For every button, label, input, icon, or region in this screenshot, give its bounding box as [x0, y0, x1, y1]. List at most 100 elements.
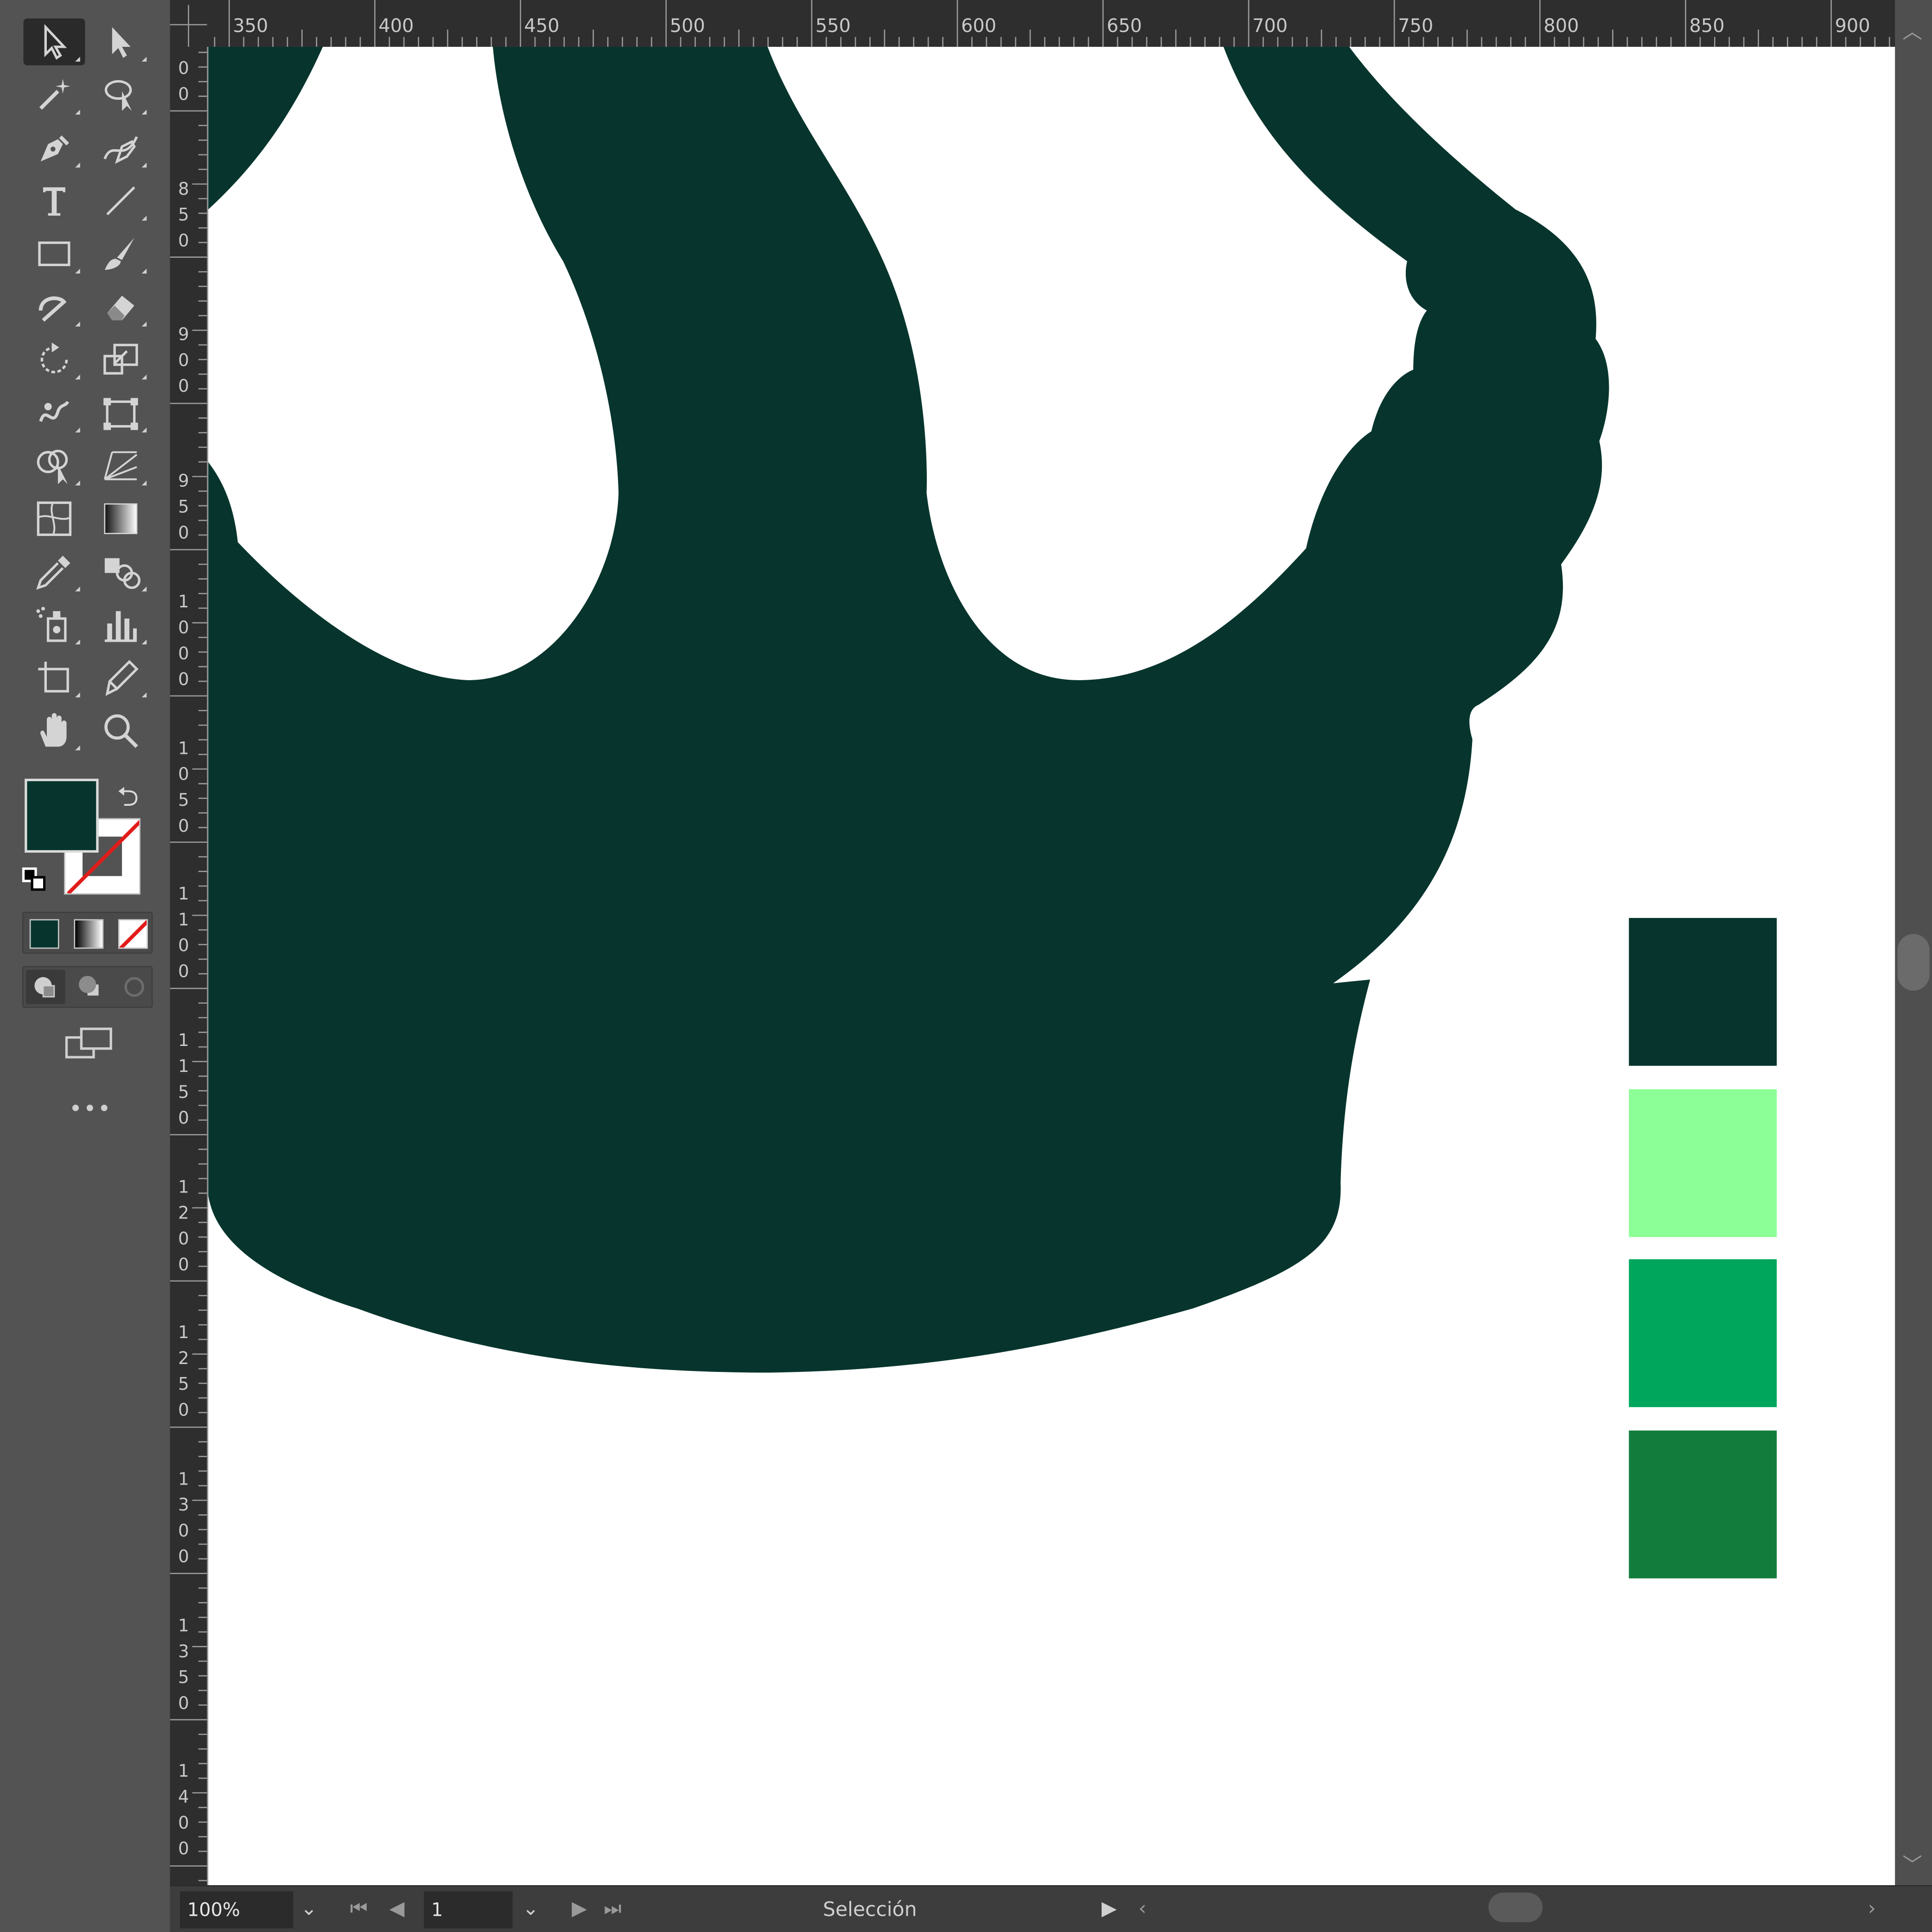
previous-artboard-icon[interactable]: ◀ — [389, 1896, 405, 1919]
warp-tool-button[interactable] — [23, 389, 85, 436]
type-tool-icon — [43, 187, 65, 216]
selection-tool-button[interactable] — [23, 18, 85, 65]
shaper-tool-icon — [38, 296, 67, 322]
vruler-label-char: 0 — [178, 1255, 189, 1275]
hand-tool-button[interactable] — [23, 707, 85, 754]
line-segment-tool-icon — [106, 186, 135, 216]
column-graph-tool-button[interactable] — [90, 601, 152, 648]
symbol-sprayer-tool-button[interactable] — [23, 601, 85, 648]
vruler-label-char: 3 — [178, 1496, 189, 1516]
lasso-tool-button[interactable] — [90, 71, 152, 118]
edit-toolbar-more-button[interactable]: ••• — [69, 1097, 112, 1122]
vruler-label-char: 0 — [178, 937, 189, 956]
artboard-number-field[interactable]: 1 — [424, 1891, 513, 1929]
hruler-label: 350 — [233, 14, 268, 37]
vruler-label-char: 5 — [178, 1668, 189, 1688]
color-swatch-3[interactable] — [1629, 1259, 1777, 1407]
zoom-tool-icon — [104, 714, 138, 748]
artboard-tool-button[interactable] — [23, 654, 85, 701]
curvature-tool-button[interactable] — [90, 124, 152, 171]
swap-fill-stroke-icon[interactable]: ⮌ — [117, 776, 139, 823]
first-artboard-icon[interactable]: ⏮ — [350, 1896, 368, 1921]
color-swatch-4[interactable] — [1629, 1430, 1777, 1579]
dark-green-vector-shape[interactable] — [208, 46, 323, 210]
dark-green-vector-body[interactable] — [208, 46, 1609, 1373]
vruler-label-char: 1 — [178, 885, 189, 905]
vruler-label-char: 5 — [178, 205, 189, 225]
shape-builder-tool-button[interactable] — [23, 442, 85, 489]
direct-selection-tool-button[interactable] — [90, 19, 152, 65]
vruler-label-char: 5 — [178, 790, 189, 810]
perspective-grid-tool-button[interactable] — [90, 442, 152, 489]
type-tool-button[interactable] — [23, 178, 85, 224]
pen-tool-button[interactable] — [23, 124, 85, 171]
blend-tool-icon — [104, 558, 140, 589]
rotate-tool-button[interactable] — [23, 337, 85, 383]
vruler-label-char: 0 — [178, 764, 189, 784]
shaper-tool-button[interactable] — [23, 283, 85, 330]
last-artboard-icon[interactable]: ⏭ — [604, 1896, 621, 1921]
vruler-label-char: 5 — [178, 1375, 189, 1396]
free-transform-tool-button[interactable] — [90, 389, 152, 436]
horizontal-ruler[interactable]: 350 400 450 500 550 600 650 700 750 800 850 900 — [170, 0, 1895, 48]
status-menu-arrow-icon[interactable]: ▶ — [1102, 1896, 1117, 1919]
mesh-tool-button[interactable] — [23, 495, 85, 542]
horizontal-scroll-thumb[interactable] — [1488, 1892, 1543, 1922]
scale-tool-button[interactable] — [90, 337, 152, 383]
gradient-mode-button[interactable] — [74, 919, 104, 949]
draw-behind-button[interactable] — [73, 969, 107, 1004]
paintbrush-tool-icon — [104, 237, 134, 270]
lasso-tool-icon — [104, 80, 132, 111]
magic-wand-tool-button[interactable] — [23, 71, 85, 118]
line-segment-tool-button[interactable] — [90, 178, 152, 224]
scroll-left-icon[interactable]: ‹ — [1139, 1896, 1147, 1919]
vruler-label-char: 0 — [178, 1694, 189, 1714]
scroll-right-icon[interactable]: › — [1868, 1896, 1876, 1919]
rectangle-tool-button[interactable] — [23, 230, 85, 277]
free-transform-tool-icon — [103, 398, 138, 430]
tools-panel: ⮌ ••• — [0, 0, 172, 1932]
next-artboard-icon[interactable]: ▶ — [572, 1896, 587, 1919]
gradient-tool-icon — [104, 503, 138, 535]
color-swatch-2[interactable] — [1629, 1089, 1777, 1237]
warp-tool-icon — [39, 401, 70, 422]
illustrator-window: ⮌ ••• 350 400 450 500 550 600 650 700 75… — [0, 0, 1932, 1932]
zoom-field[interactable]: 100% — [179, 1891, 293, 1929]
rotate-tool-icon — [40, 342, 68, 374]
zoom-tool-button[interactable] — [90, 707, 152, 754]
draw-normal-button[interactable] — [26, 969, 65, 1004]
vruler-label-char: 1 — [178, 911, 189, 931]
scroll-down-icon[interactable]: ﹀ — [1902, 1848, 1922, 1878]
vruler-label-char: 1 — [178, 1470, 189, 1490]
none-mode-button[interactable] — [118, 919, 148, 949]
color-swatch-1[interactable] — [1629, 918, 1777, 1066]
direct-selection-tool-icon — [112, 27, 131, 58]
blend-tool-button[interactable] — [90, 548, 152, 595]
paintbrush-tool-button[interactable] — [90, 230, 152, 277]
vertical-ruler[interactable]: 0085090095010001050110011501200125013001… — [170, 46, 209, 1886]
artboard-dropdown-icon[interactable]: ⌄ — [523, 1896, 539, 1919]
vruler-label-char: 0 — [178, 523, 189, 544]
eyedropper-tool-button[interactable] — [23, 548, 85, 595]
color-mode-bar — [22, 912, 153, 954]
drawing-mode-bar — [22, 966, 153, 1008]
shape-builder-tool-icon — [37, 449, 68, 485]
vertical-scroll-thumb[interactable] — [1897, 934, 1930, 991]
eraser-tool-button[interactable] — [90, 283, 152, 330]
artboard-canvas[interactable] — [208, 46, 1895, 1886]
change-screen-mode-icon[interactable] — [64, 1025, 113, 1067]
fill-color-box[interactable] — [25, 778, 99, 853]
vruler-label-char: 0 — [178, 377, 189, 397]
zoom-dropdown-icon[interactable]: ⌄ — [300, 1896, 317, 1919]
scroll-up-icon[interactable]: ︿ — [1902, 15, 1922, 45]
vruler-label-char: 3 — [178, 1642, 189, 1662]
hruler-label: 400 — [378, 14, 414, 37]
status-bar: 100% ⌄ ⏮ ◀ 1 ⌄ ▶ ⏭ Selección ▶ ‹ › — [170, 1885, 1932, 1932]
vruler-label-char: 0 — [178, 1229, 189, 1249]
vruler-label-char: 1 — [178, 1057, 189, 1077]
slice-tool-button[interactable] — [90, 654, 152, 701]
color-mode-button[interactable] — [29, 919, 59, 949]
default-fill-stroke-icon[interactable] — [22, 867, 49, 894]
draw-inside-button[interactable] — [117, 969, 151, 1004]
gradient-tool-button[interactable] — [90, 495, 152, 542]
